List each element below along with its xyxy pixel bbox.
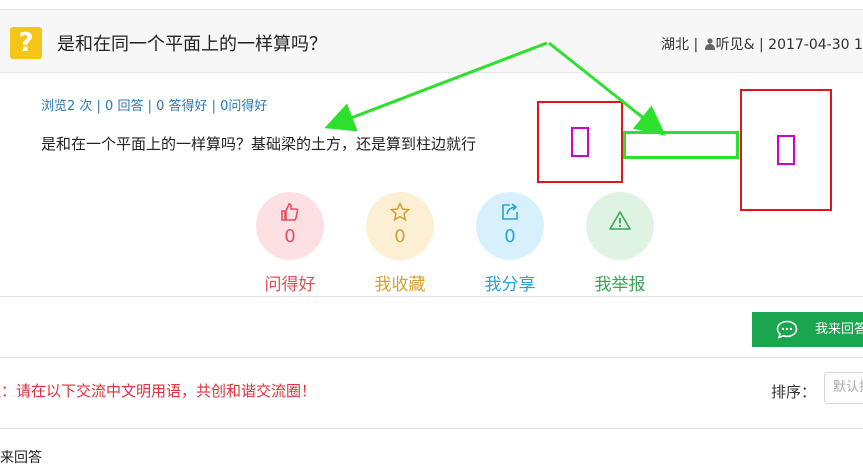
missing-glyph-icon	[571, 127, 589, 157]
good-label: 问得好	[264, 275, 316, 295]
warning-icon	[609, 211, 631, 230]
chat-bubble-icon	[776, 320, 798, 339]
my-answer-heading: 我来回答	[0, 450, 42, 466]
civility-notice: 注：请在以下交流中文明用语，共创和谐交流圈！	[0, 382, 317, 400]
star-icon	[390, 202, 410, 222]
location: 湖北	[661, 37, 689, 53]
answer-button-label: 我来回答	[815, 322, 863, 337]
divider	[0, 296, 863, 297]
favorite-action[interactable]: 0 我收藏	[366, 192, 434, 295]
good-question-action[interactable]: 0 问得好	[256, 192, 324, 295]
sort-label: 排序：	[771, 383, 817, 401]
question-header: ? 是和在同一个平面上的一样算吗？ 湖北 | 听见& | 2017-04-30 …	[0, 9, 863, 73]
question-body: 是和在一个平面上的一样算吗？基础梁的土方，还是算到柱边就行	[41, 135, 477, 153]
share-label: 我分享	[484, 275, 536, 295]
share-icon	[502, 203, 518, 220]
question-meta: 湖北 | 听见& | 2017-04-30 18	[661, 34, 863, 54]
meta-separator: |	[693, 37, 699, 53]
broken-image-1	[537, 101, 623, 183]
good-count: 0	[284, 226, 296, 247]
divider	[0, 357, 863, 358]
divider	[0, 428, 863, 429]
broken-image-2	[740, 89, 832, 211]
annotation-highlight-box	[623, 131, 739, 159]
answer-button[interactable]: 我来回答	[752, 312, 863, 347]
question-title: 是和在同一个平面上的一样算吗？	[57, 34, 327, 55]
meta-separator: |	[759, 37, 764, 53]
share-count: 0	[504, 226, 516, 247]
sort-select[interactable]: 默认排序	[824, 372, 863, 404]
share-action[interactable]: 0 我分享	[476, 192, 544, 295]
report-label: 我举报	[594, 275, 646, 295]
question-stats: 浏览2 次 | 0 回答 | 0 答得好 | 0问得好	[41, 99, 268, 114]
user-icon	[704, 38, 715, 50]
favorite-count: 0	[394, 226, 406, 247]
report-action[interactable]: 我举报	[586, 192, 654, 295]
missing-glyph-icon	[777, 135, 795, 165]
favorite-label: 我收藏	[374, 275, 426, 295]
thumbs-up-icon	[281, 203, 299, 221]
user-name[interactable]: 听见&	[716, 37, 755, 53]
post-datetime: 2017-04-30 18	[768, 37, 863, 53]
question-mark-icon: ?	[10, 27, 42, 59]
